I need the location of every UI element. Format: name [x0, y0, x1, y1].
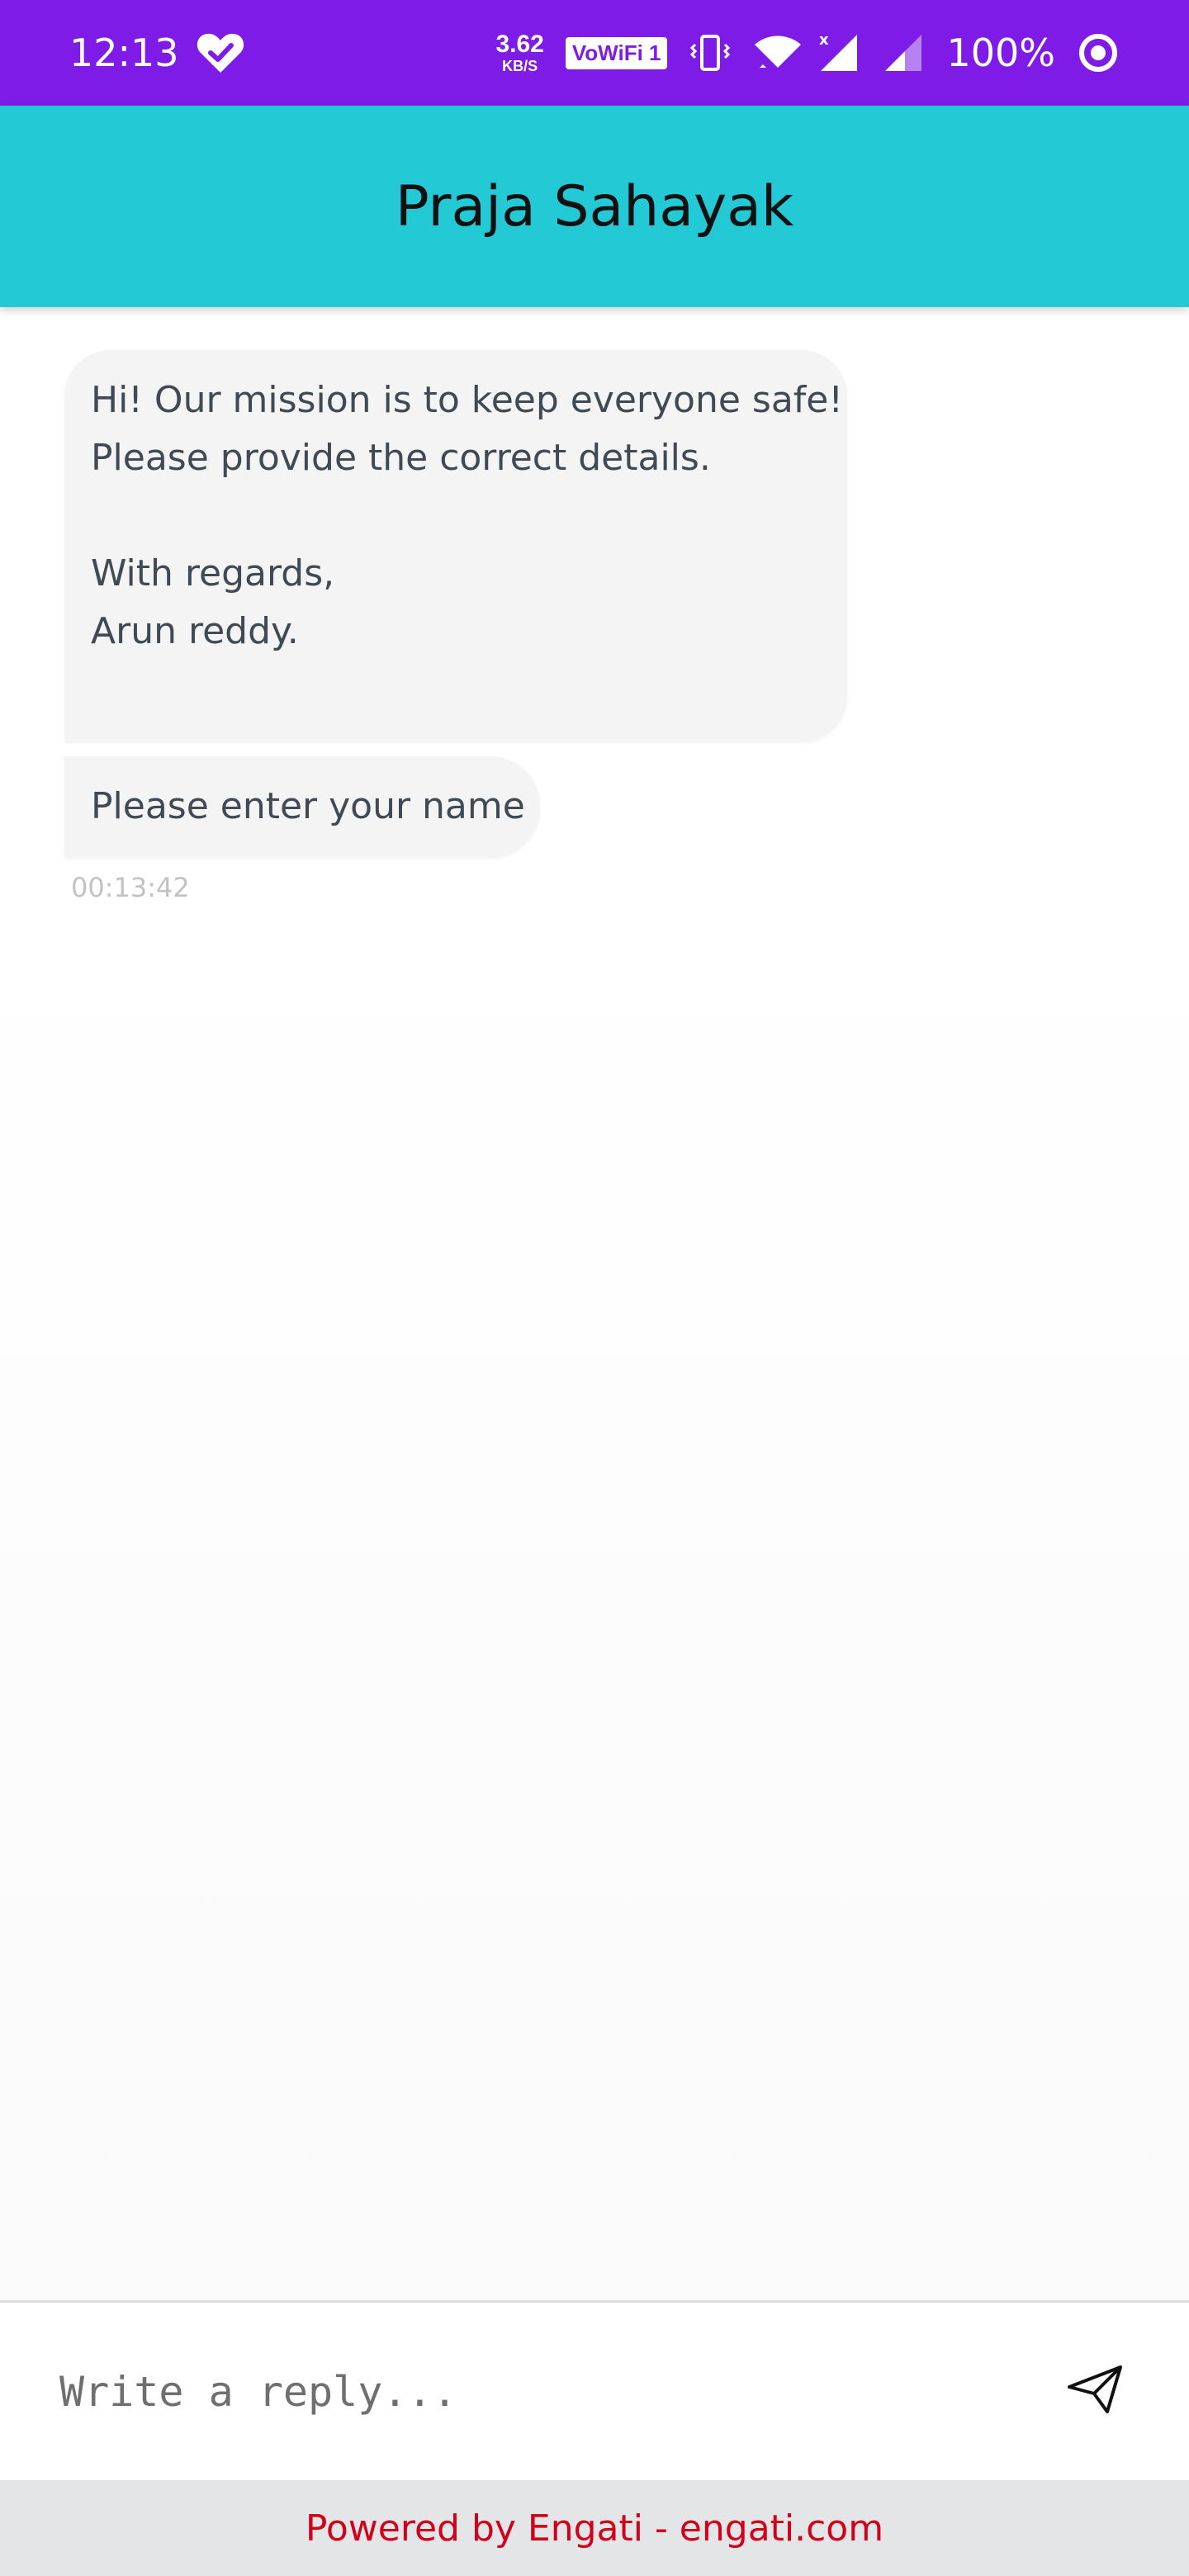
battery-saver-icon: [1077, 31, 1120, 74]
powered-by-link[interactable]: Powered by Engati - engati.com: [306, 2507, 883, 2550]
message-timestamp: 00:13:42: [71, 872, 190, 903]
send-button[interactable]: [1060, 2357, 1130, 2427]
send-icon: [1066, 2364, 1124, 2419]
status-bar: 12:13 3.62 KB/S VoWiFi 1 x 100%: [0, 0, 1189, 106]
page-title: Praja Sahayak: [395, 173, 794, 239]
message-line: Please provide the correct details.: [91, 437, 711, 479]
message-line: With regards,: [91, 552, 335, 594]
svg-text:x: x: [819, 31, 829, 49]
footer: Powered by Engati - engati.com: [0, 2480, 1189, 2576]
message-line: Hi! Our mission is to keep everyone safe…: [91, 379, 844, 421]
status-right-group: 3.62 KB/S VoWiFi 1 x 100%: [495, 31, 1120, 75]
message-line: Arun reddy.: [91, 610, 299, 652]
vibrate-icon: [689, 31, 732, 74]
chat-area[interactable]: Hi! Our mission is to keep everyone safe…: [0, 307, 1189, 2302]
net-speed: 3.62 KB/S: [495, 31, 544, 74]
app-header: Praja Sahayak: [0, 106, 1189, 307]
signal-icon: [882, 31, 925, 74]
net-speed-value: 3.62: [495, 31, 544, 58]
battery-percent: 100%: [946, 31, 1055, 75]
vowifi-badge: VoWiFi 1: [565, 36, 668, 69]
bot-message-bubble: Please enter your name: [64, 756, 540, 857]
bot-message-bubble: Hi! Our mission is to keep everyone safe…: [64, 350, 847, 741]
signal-x-icon: x: [817, 31, 860, 74]
net-speed-unit: KB/S: [502, 58, 538, 74]
reply-bar: [0, 2300, 1189, 2480]
reply-input[interactable]: [59, 2367, 1044, 2416]
heart-check-icon: [196, 31, 245, 74]
status-time: 12:13: [69, 31, 179, 75]
wifi-icon: [753, 31, 802, 74]
